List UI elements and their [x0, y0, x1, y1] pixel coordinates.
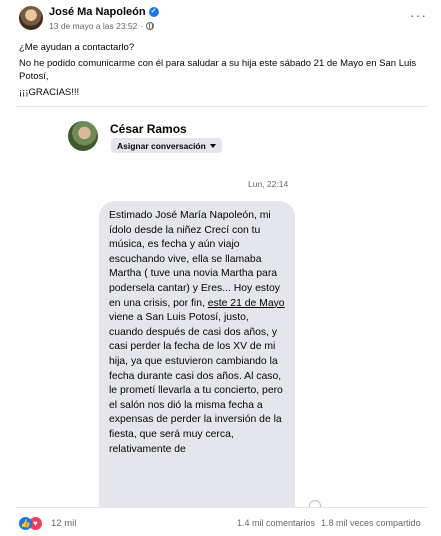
message-time: Lun, 22:14 — [248, 179, 289, 189]
message-text-underlined: este 21 de Mayo — [207, 297, 285, 309]
shares-count[interactable]: 1.8 mil veces compartido — [321, 518, 421, 528]
meta-separator: · — [140, 21, 144, 31]
assign-conversation-button: Asignar conversación — [111, 138, 222, 153]
message-text-after: viene a San Luis Potosí, justo, cuando d… — [109, 312, 283, 455]
message-text: Estimado José María Napoleón, mi ídolo d… — [99, 201, 295, 457]
globe-icon — [146, 22, 155, 30]
message-text-before: Estimado José María Napoleón, mi ídolo d… — [109, 210, 280, 309]
author-name[interactable]: José Ma Napoleón — [49, 6, 146, 18]
reactions-count[interactable]: 12 mil — [51, 518, 76, 529]
comments-count[interactable]: 1.4 mil comentarios — [237, 518, 315, 528]
contact-avatar — [68, 121, 98, 151]
post-timestamp[interactable]: 13 de mayo a las 23:52 — [49, 21, 137, 31]
post-author[interactable]: José Ma Napoleón ✓ — [49, 6, 159, 18]
seen-status-icon — [309, 500, 321, 507]
caret-down-icon — [209, 143, 216, 148]
verified-badge-icon: ✓ — [148, 7, 159, 17]
contact-name: César Ramos — [110, 122, 187, 136]
like-reaction-icon: 👍 — [19, 517, 32, 530]
author-avatar[interactable] — [19, 6, 43, 30]
post-meta: 13 de mayo a las 23:52 · — [49, 21, 155, 31]
post-text-line-2: No he podido comunicarme con él para sal… — [19, 58, 417, 69]
message-bubble: Estimado José María Napoleón, mi ídolo d… — [99, 201, 295, 507]
more-options-icon[interactable]: ··· — [410, 8, 427, 22]
assign-conversation-label: Asignar conversación — [117, 140, 206, 151]
post-text-line-4: ¡¡¡GRACIAS!!! — [19, 87, 80, 98]
post-image-screenshot[interactable]: César Ramos Asignar conversación Lun, 22… — [16, 106, 427, 508]
reactions-summary[interactable]: 👍 ♥ 12 mil — [19, 517, 76, 530]
facebook-post: José Ma Napoleón ✓ 13 de mayo a las 23:5… — [0, 0, 441, 536]
post-text-line-1: ¿Me ayudan a contactarlo? — [19, 42, 135, 53]
post-stats: 1.4 mil comentarios 1.8 mil veces compar… — [237, 518, 421, 528]
post-text-line-3: Potosí, — [19, 71, 49, 82]
